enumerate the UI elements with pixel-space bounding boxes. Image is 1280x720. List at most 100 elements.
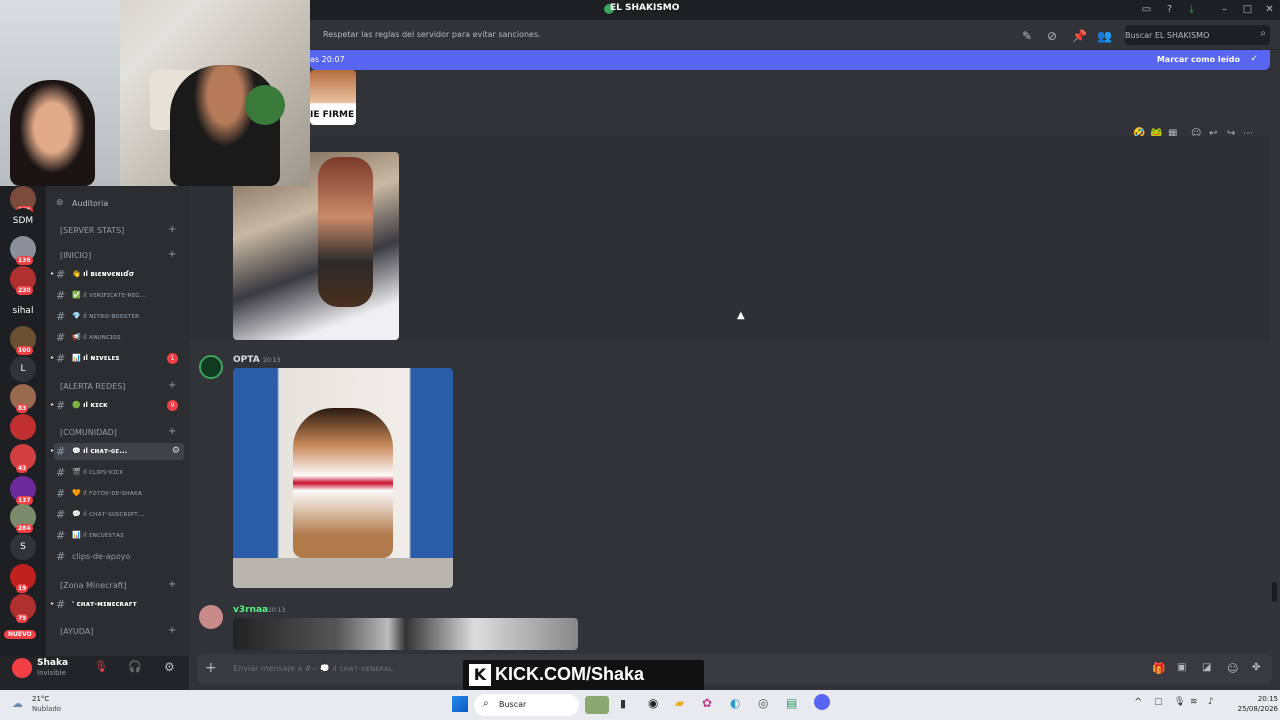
webcam-person-right — [170, 65, 280, 186]
minimize-icon[interactable]: – — [1219, 4, 1230, 15]
category-header[interactable]: [Zona Minecraft] — [60, 581, 127, 590]
category-header[interactable]: [AYUDA] — [60, 627, 93, 636]
channel-item[interactable]: # ▸ ' ᴄʜᴀᴛ-ᴍɪɴᴇᴄʀᴀꜰᴛ — [51, 596, 184, 613]
help-icon[interactable]: ? — [1164, 4, 1175, 15]
deafen-icon[interactable]: 🎧 — [128, 660, 142, 673]
server-icon[interactable] — [10, 414, 36, 440]
channel-item[interactable]: # 📢 ıl ᴀɴᴜɴᴄɪᴏꜱ — [54, 329, 184, 346]
unread-indicator-icon: ▸ — [51, 270, 55, 277]
volume-icon[interactable]: ♪ — [1208, 697, 1214, 707]
auditoria-link[interactable]: Auditoria — [72, 199, 108, 208]
category-header[interactable]: [SERVER STATS] — [60, 226, 124, 235]
mic-muted-icon[interactable]: 🎙 — [94, 660, 108, 673]
channel-item[interactable]: # 📊 ıl ᴇɴᴄᴜᴇꜱᴛᴀꜱ — [54, 527, 184, 544]
pin-icon[interactable]: 📌 — [1072, 29, 1087, 43]
unread-badge: 284 — [16, 524, 33, 533]
add-channel-icon[interactable]: + — [168, 579, 176, 590]
channel-item[interactable]: # clips-de-apoyo — [54, 548, 184, 565]
channel-name: ' ᴄʜᴀᴛ-ᴍɪɴᴇᴄʀᴀꜰᴛ — [72, 600, 137, 608]
settings-icon[interactable]: ⚙ — [164, 660, 175, 674]
tray-icon[interactable]: ▢ — [1154, 697, 1163, 707]
hash-icon: # — [56, 466, 66, 479]
close-icon[interactable]: ✕ — [1264, 4, 1275, 15]
hash-icon: # — [56, 289, 66, 302]
tray-expand-icon[interactable]: ^ — [1134, 697, 1142, 708]
scrollbar-thumb[interactable] — [1272, 582, 1277, 602]
wifi-icon[interactable]: ≋ — [1190, 697, 1198, 707]
app-icon[interactable]: ◎ — [758, 696, 768, 710]
hash-icon: # — [56, 487, 66, 500]
message-input[interactable]: + Enviar mensaje a #-- 💭 ıl ᴄʜᴀᴛ-ɢᴇɴᴇʀᴀʟ… — [197, 654, 1272, 684]
widgets-icon[interactable] — [585, 696, 609, 714]
audit-icon: ⊛ — [56, 198, 64, 208]
add-channel-icon[interactable]: + — [168, 249, 176, 260]
category-header[interactable]: [INICIO] — [60, 251, 91, 260]
message-area: IE FIRME 🤣 🐸 ▦ ☺ ↩ ↪ ⋯ OPTA 20:13 v3rnaa… — [189, 70, 1277, 650]
hash-icon: # — [56, 598, 66, 611]
mute-icon[interactable]: ⊘ — [1047, 29, 1057, 43]
search-icon: ⌕ — [1260, 28, 1266, 39]
threads-icon[interactable]: ✎ — [1022, 29, 1032, 43]
emoji-icon[interactable]: ☺ — [1227, 662, 1238, 675]
channel-item[interactable]: # 💬 ıl ᴄʜᴀᴛ-ꜱᴜꜱᴄʀɪᴘᴛ... — [54, 506, 184, 523]
message-image-dog[interactable] — [233, 368, 453, 588]
channel-item[interactable]: # ✅ ıl ᴠᴇʀɪꜰɪᴄᴀᴛᴇ-ʀᴇɢ... — [54, 287, 184, 304]
category-header[interactable]: [COMUNIDAD] — [60, 428, 117, 437]
channel-item[interactable]: # ▸ 🟢 ıl ᴋɪᴄᴋ 9 — [51, 397, 184, 414]
gift-icon[interactable]: 🎁 — [1152, 662, 1166, 675]
message-author[interactable]: v3rnaa — [233, 605, 268, 615]
members-icon[interactable]: 👥 — [1097, 29, 1112, 43]
attach-icon[interactable]: + — [205, 660, 217, 676]
sticker-icon[interactable]: ◪ — [1202, 662, 1211, 673]
maximize-icon[interactable]: □ — [1242, 4, 1253, 15]
avatar[interactable] — [199, 605, 223, 629]
mark-as-read-button[interactable]: Marcar como leído — [1157, 55, 1240, 64]
server-icon[interactable]: S — [10, 534, 36, 560]
file-explorer-icon[interactable]: ▰ — [675, 696, 684, 710]
notepad-icon[interactable]: ▤ — [786, 696, 797, 710]
edge-icon[interactable]: ◐ — [730, 696, 740, 710]
copilot-icon[interactable]: ✿ — [702, 696, 712, 710]
avatar[interactable] — [12, 658, 32, 678]
channel-name: 📊 ıl ᴇɴᴄᴜᴇꜱᴛᴀꜱ — [72, 531, 124, 539]
channel-item[interactable]: # ▸ 💬 ıl ᴄʜᴀᴛ-ɢᴇ... ⚙ — [51, 443, 184, 460]
windows-start-icon[interactable] — [452, 696, 468, 712]
add-channel-icon[interactable]: + — [168, 625, 176, 636]
channel-item[interactable]: # 💎 ıl ɴɪᴛʀᴏ-ʙᴏᴏꜱᴛᴇʀ — [54, 308, 184, 325]
channel-item[interactable]: # 🧡 ıl ꜰᴏᴛᴏꜱ-ᴅᴇ-ꜱʜᴀᴋᴀ — [54, 485, 184, 502]
add-channel-icon[interactable]: + — [168, 426, 176, 437]
add-channel-icon[interactable]: + — [168, 224, 176, 235]
channel-name: 💬 ıl ᴄʜᴀᴛ-ɢᴇ... — [72, 447, 128, 455]
server-list: 161SDM136230sihal100L8343137284S1979NUEV… — [0, 186, 46, 656]
server-icon[interactable]: SDM — [10, 208, 36, 234]
channel-item[interactable]: # ▸ 📊 ıl ɴɪᴠᴇʟᴇꜱ 1 — [51, 350, 184, 367]
message-image-video[interactable] — [233, 618, 578, 650]
search-box[interactable]: Buscar EL SHAKISMO ⌕ — [1125, 25, 1270, 45]
inbox-icon[interactable]: ▭ — [1141, 4, 1152, 15]
hash-icon: # — [56, 310, 66, 323]
taskbar-search[interactable]: ⌕ Buscar — [474, 694, 579, 716]
category-header[interactable]: [ALERTA REDES] — [60, 382, 125, 391]
channel-topic[interactable]: Respetar las reglas del servidor para ev… — [323, 30, 541, 39]
user-name[interactable]: Shaka — [37, 658, 68, 668]
clock-time[interactable]: 20:15 — [1228, 695, 1278, 703]
unread-badge: 83 — [16, 404, 29, 413]
app-icon-obs[interactable]: ◉ — [648, 696, 658, 710]
weather-temp[interactable]: 21°C — [32, 695, 49, 703]
message-author[interactable]: OPTA — [233, 355, 260, 365]
add-channel-icon[interactable]: + — [168, 380, 176, 391]
channel-item[interactable]: # ▸ 👋 ıl ʙιєɴνєɴιɗσ — [51, 266, 184, 283]
new-messages-bar[interactable]: as 20:07 Marcar como leído ✓ — [310, 50, 1270, 70]
message-image-partial[interactable]: IE FIRME — [310, 70, 356, 125]
server-icon[interactable]: L — [10, 356, 36, 382]
channel-settings-icon[interactable]: ⚙ — [172, 446, 180, 456]
channel-item[interactable]: # 🎬 ıl ᴄʟɪᴘꜱ-ᴋɪᴄᴋ — [54, 464, 184, 481]
mic-icon[interactable]: 🎙 — [1174, 697, 1185, 707]
gif-icon[interactable]: ▣ — [1177, 662, 1186, 673]
taskview-icon[interactable]: ▮ — [620, 697, 626, 710]
download-icon[interactable]: ⤓ — [1186, 4, 1197, 15]
apps-icon[interactable]: ✤ — [1252, 662, 1260, 673]
avatar[interactable] — [199, 355, 223, 379]
server-icon[interactable]: sihal — [10, 298, 36, 324]
discord-taskbar-icon[interactable] — [814, 694, 830, 710]
